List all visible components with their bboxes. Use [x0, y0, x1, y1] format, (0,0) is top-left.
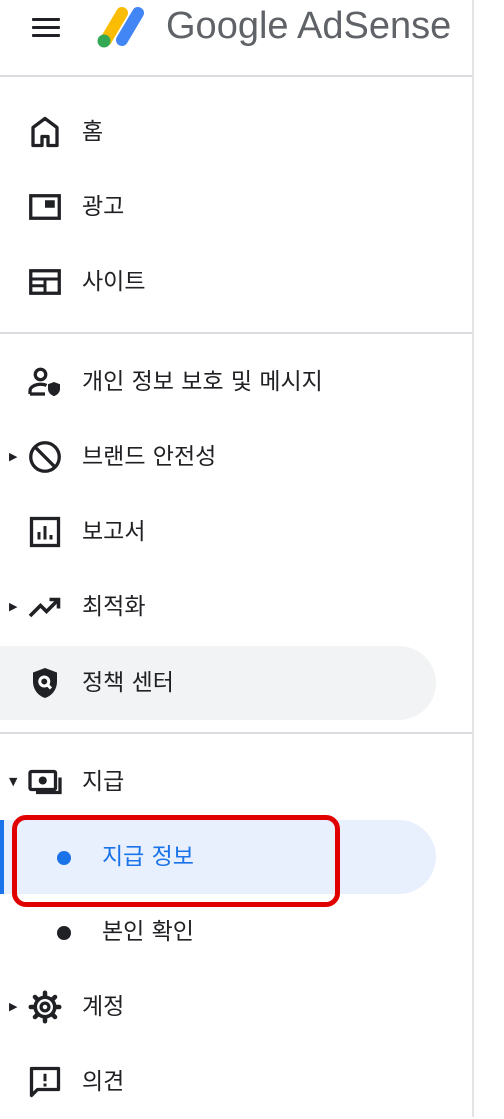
sidebar-border — [472, 0, 474, 1117]
sidebar-item-label: 최적화 — [82, 594, 146, 620]
sidebar-item-label: 지급 — [82, 769, 125, 795]
home-icon — [27, 114, 63, 150]
expand-caret-icon: ▶ — [9, 1000, 18, 1013]
sidebar-item-home[interactable]: 홈 — [0, 95, 436, 169]
sidebar-item-identity-verification[interactable]: 본인 확인 — [0, 895, 436, 969]
sidebar-item-payments-info[interactable]: 지급 정보 — [0, 820, 436, 894]
sidebar-item-label: 광고 — [82, 194, 125, 220]
gear-icon — [27, 989, 63, 1025]
sidebar-item-label: 본인 확인 — [102, 919, 194, 945]
trending-up-icon — [27, 589, 63, 625]
payments-icon — [27, 764, 63, 800]
sidebar-item-sites[interactable]: 사이트 — [0, 245, 436, 319]
bar-chart-icon — [27, 514, 63, 550]
sidebar-item-brand-safety[interactable]: ▶ 브랜드 안전성 — [0, 420, 436, 494]
sidebar-item-label: 개인 정보 보호 및 메시지 — [82, 369, 323, 395]
bullet-icon — [57, 926, 71, 940]
sidebar-item-payments[interactable]: ▼ 지급 — [0, 745, 436, 819]
sidebar-item-optimization[interactable]: ▶ 최적화 — [0, 570, 436, 644]
adsense-logo — [94, 3, 150, 49]
sidebar-item-account[interactable]: ▶ 계정 — [0, 970, 436, 1044]
sidebar-item-label: 브랜드 안전성 — [82, 444, 217, 470]
header-divider — [0, 75, 472, 77]
app-header: Google AdSense — [0, 0, 504, 75]
app-title: Google AdSense — [166, 5, 452, 47]
privacy-person-icon — [27, 364, 63, 400]
sidebar-item-label: 계정 — [82, 994, 125, 1020]
bullet-icon — [57, 851, 71, 865]
expand-caret-icon: ▶ — [9, 600, 18, 613]
sidebar-item-feedback[interactable]: 의견 — [0, 1045, 436, 1119]
block-icon — [27, 439, 63, 475]
sidebar-item-reports[interactable]: 보고서 — [0, 495, 436, 569]
sidebar-item-label: 의견 — [82, 1069, 125, 1095]
sidebar-item-ads[interactable]: 광고 — [0, 170, 436, 244]
active-indicator — [0, 820, 4, 894]
sidebar-item-label: 정책 센터 — [82, 670, 174, 696]
sidebar-item-label: 지급 정보 — [102, 844, 194, 870]
sidebar-item-label: 홈 — [82, 119, 104, 145]
sidebar-item-label: 사이트 — [82, 269, 146, 295]
sidebar-item-label: 보고서 — [82, 519, 146, 545]
sidebar-item-policy-center[interactable]: 정책 센터 — [0, 646, 436, 720]
expand-caret-icon: ▶ — [9, 450, 18, 463]
ad-unit-icon — [27, 189, 63, 225]
menu-icon[interactable] — [30, 16, 62, 40]
shield-search-icon — [27, 665, 63, 701]
feedback-icon — [27, 1064, 63, 1100]
section-divider — [0, 332, 472, 334]
web-icon — [27, 264, 63, 300]
section-divider — [0, 732, 472, 734]
sidebar-item-privacy[interactable]: 개인 정보 보호 및 메시지 — [0, 345, 436, 419]
collapse-caret-icon: ▼ — [9, 775, 18, 788]
